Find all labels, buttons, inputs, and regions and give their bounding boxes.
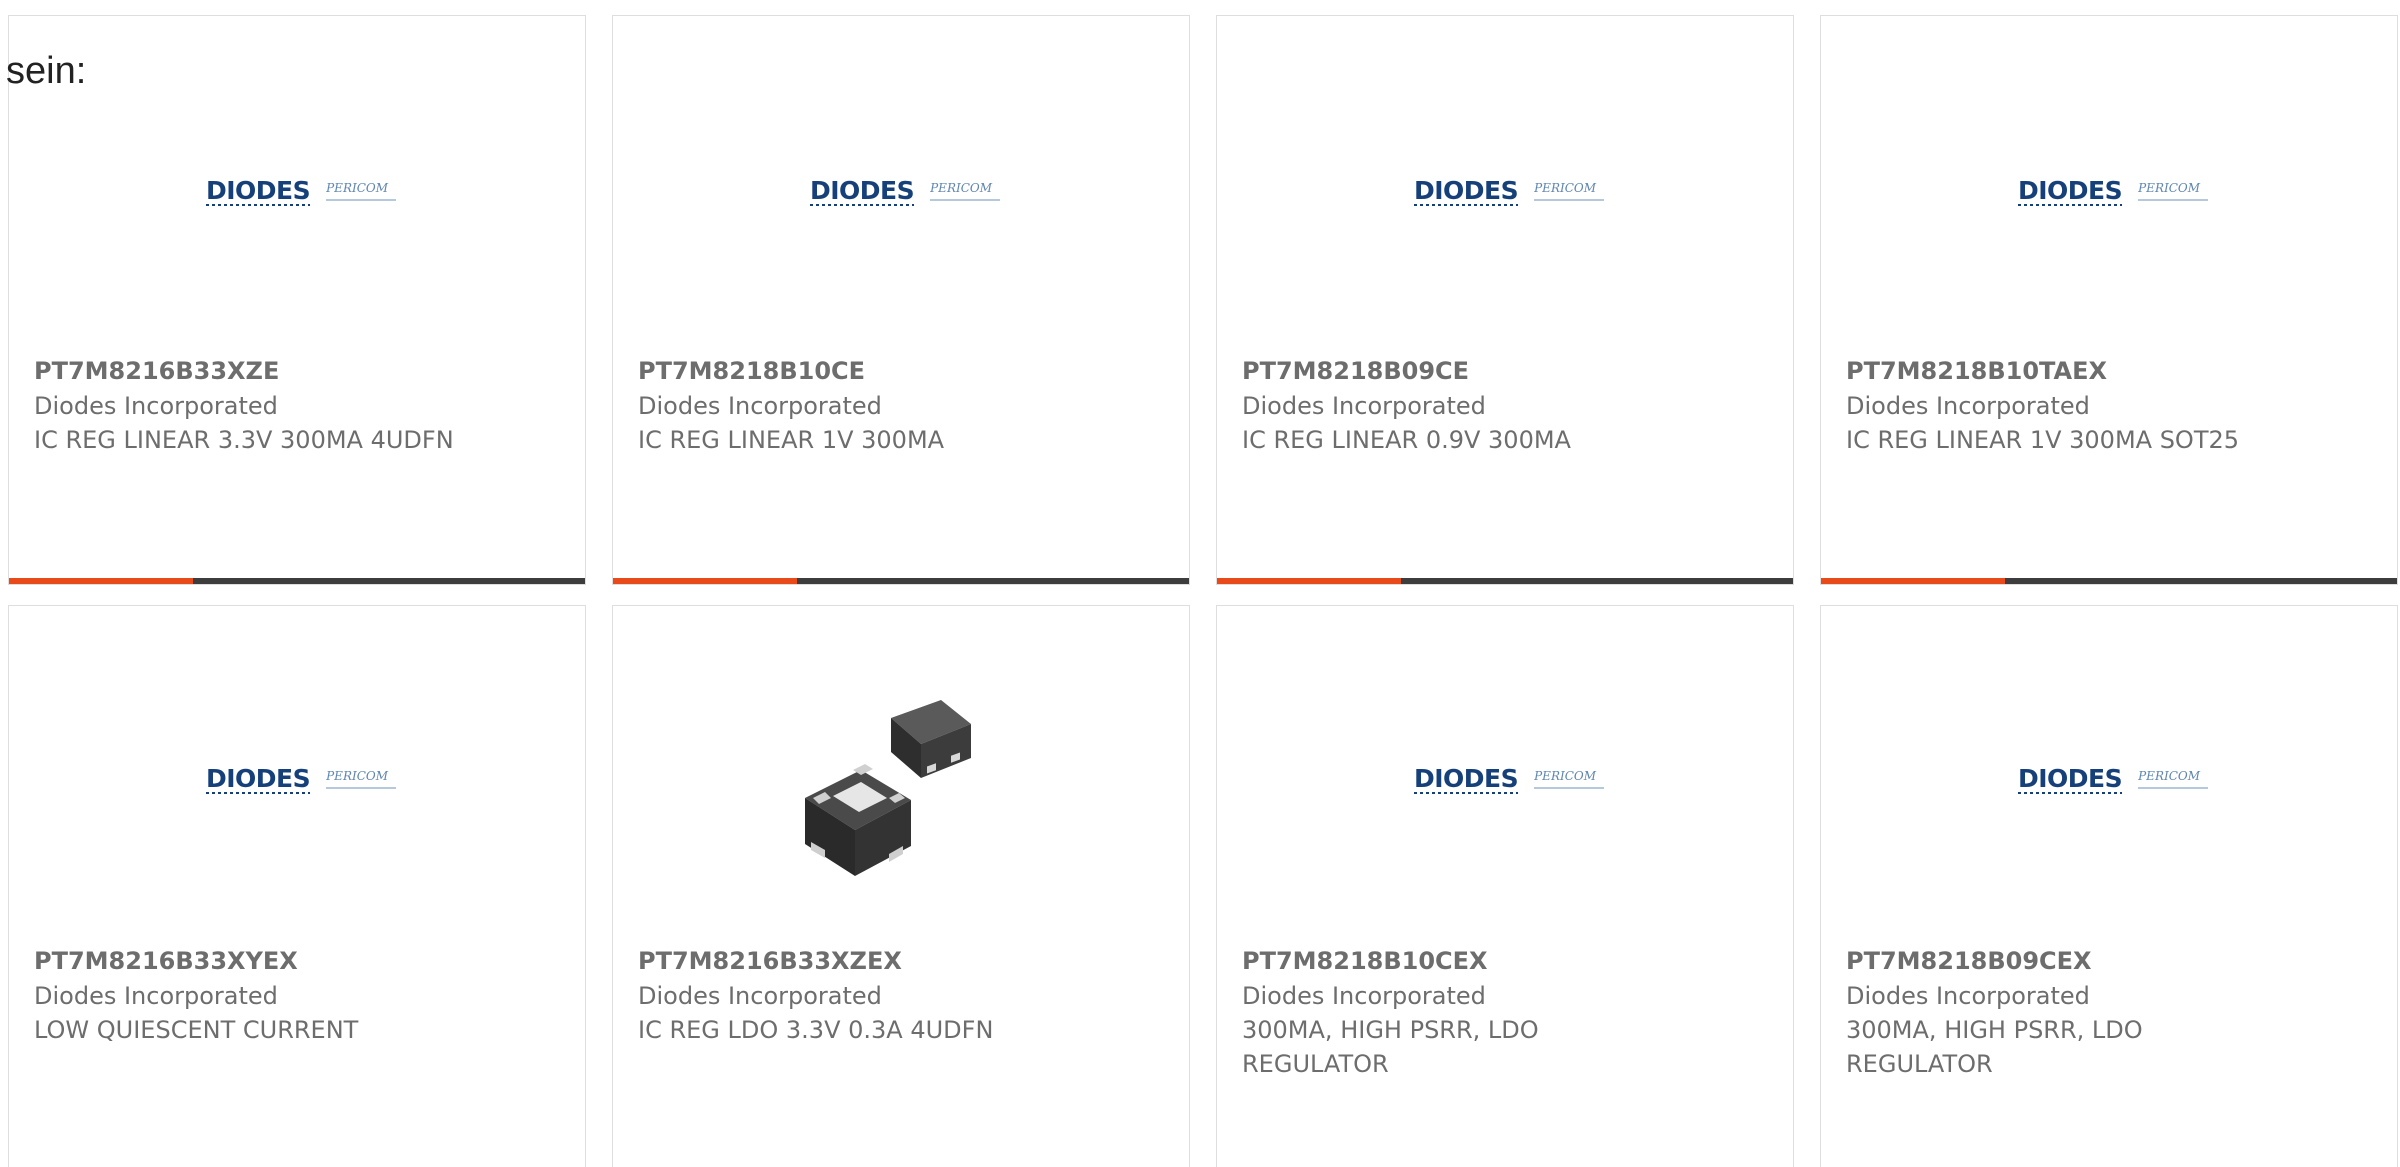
diodes-pericom-logo: DIODES PERICOM	[1413, 176, 1604, 206]
product-image[interactable]: DIODES PERICOM	[1821, 176, 2397, 206]
product-card[interactable]: DIODES PERICOM PT7M8218B10CE Diodes Inco…	[612, 15, 1190, 585]
product-image[interactable]: DIODES PERICOM	[1217, 764, 1793, 794]
part-number-link[interactable]: PT7M8218B10CEX	[1242, 945, 1488, 977]
part-number-link[interactable]: PT7M8216B33XZE	[34, 355, 279, 387]
description: IC REG LDO 3.3V 0.3A 4UDFN	[638, 1016, 994, 1044]
manufacturer: Diodes Incorporated	[34, 392, 278, 420]
product-image[interactable]: DIODES PERICOM	[9, 764, 585, 794]
product-image[interactable]	[613, 666, 1189, 886]
diodes-pericom-logo: DIODES PERICOM	[809, 176, 1000, 206]
description: IC REG LINEAR 1V 300MA SOT25	[1846, 426, 2240, 454]
part-number-link[interactable]: PT7M8218B10TAEX	[1846, 355, 2107, 387]
diodes-pericom-logo: DIODES PERICOM	[2017, 176, 2208, 206]
product-image[interactable]: DIODES PERICOM	[613, 176, 1189, 206]
part-number-link[interactable]: PT7M8216B33XZEX	[638, 945, 902, 977]
product-card[interactable]: DIODES PERICOM PT7M8218B10CEX Diodes Inc…	[1216, 605, 1794, 1167]
diodes-pericom-logo: DIODES PERICOM	[205, 176, 396, 206]
progress-bar	[9, 578, 585, 584]
progress-fill	[613, 578, 798, 584]
product-card[interactable]: DIODES PERICOM PT7M8216B33XZE Diodes Inc…	[8, 15, 586, 585]
manufacturer: Diodes Incorporated	[34, 982, 278, 1010]
description: IC REG LINEAR 0.9V 300MA	[1242, 426, 1571, 454]
description: IC REG LINEAR 3.3V 300MA 4UDFN	[34, 426, 454, 454]
progress-bar	[613, 578, 1189, 584]
product-card[interactable]: PT7M8216B33XZEX Diodes Incorporated IC R…	[612, 605, 1190, 1167]
part-number-link[interactable]: PT7M8218B10CE	[638, 355, 865, 387]
product-image[interactable]: DIODES PERICOM	[1821, 764, 2397, 794]
manufacturer: Diodes Incorporated	[1846, 392, 2090, 420]
manufacturer: Diodes Incorporated	[638, 982, 882, 1010]
product-image[interactable]: DIODES PERICOM	[1217, 176, 1793, 206]
manufacturer: Diodes Incorporated	[1846, 982, 2090, 1010]
diodes-pericom-logo: DIODES PERICOM	[1413, 764, 1604, 794]
manufacturer: Diodes Incorporated	[1242, 392, 1486, 420]
diodes-pericom-logo: DIODES PERICOM	[205, 764, 396, 794]
product-card[interactable]: DIODES PERICOM PT7M8218B10TAEX Diodes In…	[1820, 15, 2398, 585]
product-card[interactable]: DIODES PERICOM PT7M8216B33XYEX Diodes In…	[8, 605, 586, 1167]
progress-fill	[1821, 578, 2006, 584]
description: IC REG LINEAR 1V 300MA	[638, 426, 945, 454]
description: 300MA, HIGH PSRR, LDO REGULATOR	[1846, 1016, 2143, 1078]
description: 300MA, HIGH PSRR, LDO REGULATOR	[1242, 1016, 1539, 1078]
description: LOW QUIESCENT CURRENT	[34, 1016, 359, 1044]
part-number-link[interactable]: PT7M8218B09CEX	[1846, 945, 2092, 977]
part-number-link[interactable]: PT7M8216B33XYEX	[34, 945, 298, 977]
part-number-link[interactable]: PT7M8218B09CE	[1242, 355, 1469, 387]
product-image[interactable]: DIODES PERICOM	[9, 176, 585, 206]
manufacturer: Diodes Incorporated	[638, 392, 882, 420]
progress-bar	[1217, 578, 1793, 584]
progress-fill	[9, 578, 194, 584]
udfn-package-icon	[805, 700, 971, 876]
progress-fill	[1217, 578, 1402, 584]
page-heading: sein:	[6, 50, 87, 92]
progress-bar	[1821, 578, 2397, 584]
manufacturer: Diodes Incorporated	[1242, 982, 1486, 1010]
product-card[interactable]: DIODES PERICOM PT7M8218B09CEX Diodes Inc…	[1820, 605, 2398, 1167]
product-card[interactable]: DIODES PERICOM PT7M8218B09CE Diodes Inco…	[1216, 15, 1794, 585]
diodes-pericom-logo: DIODES PERICOM	[2017, 764, 2208, 794]
